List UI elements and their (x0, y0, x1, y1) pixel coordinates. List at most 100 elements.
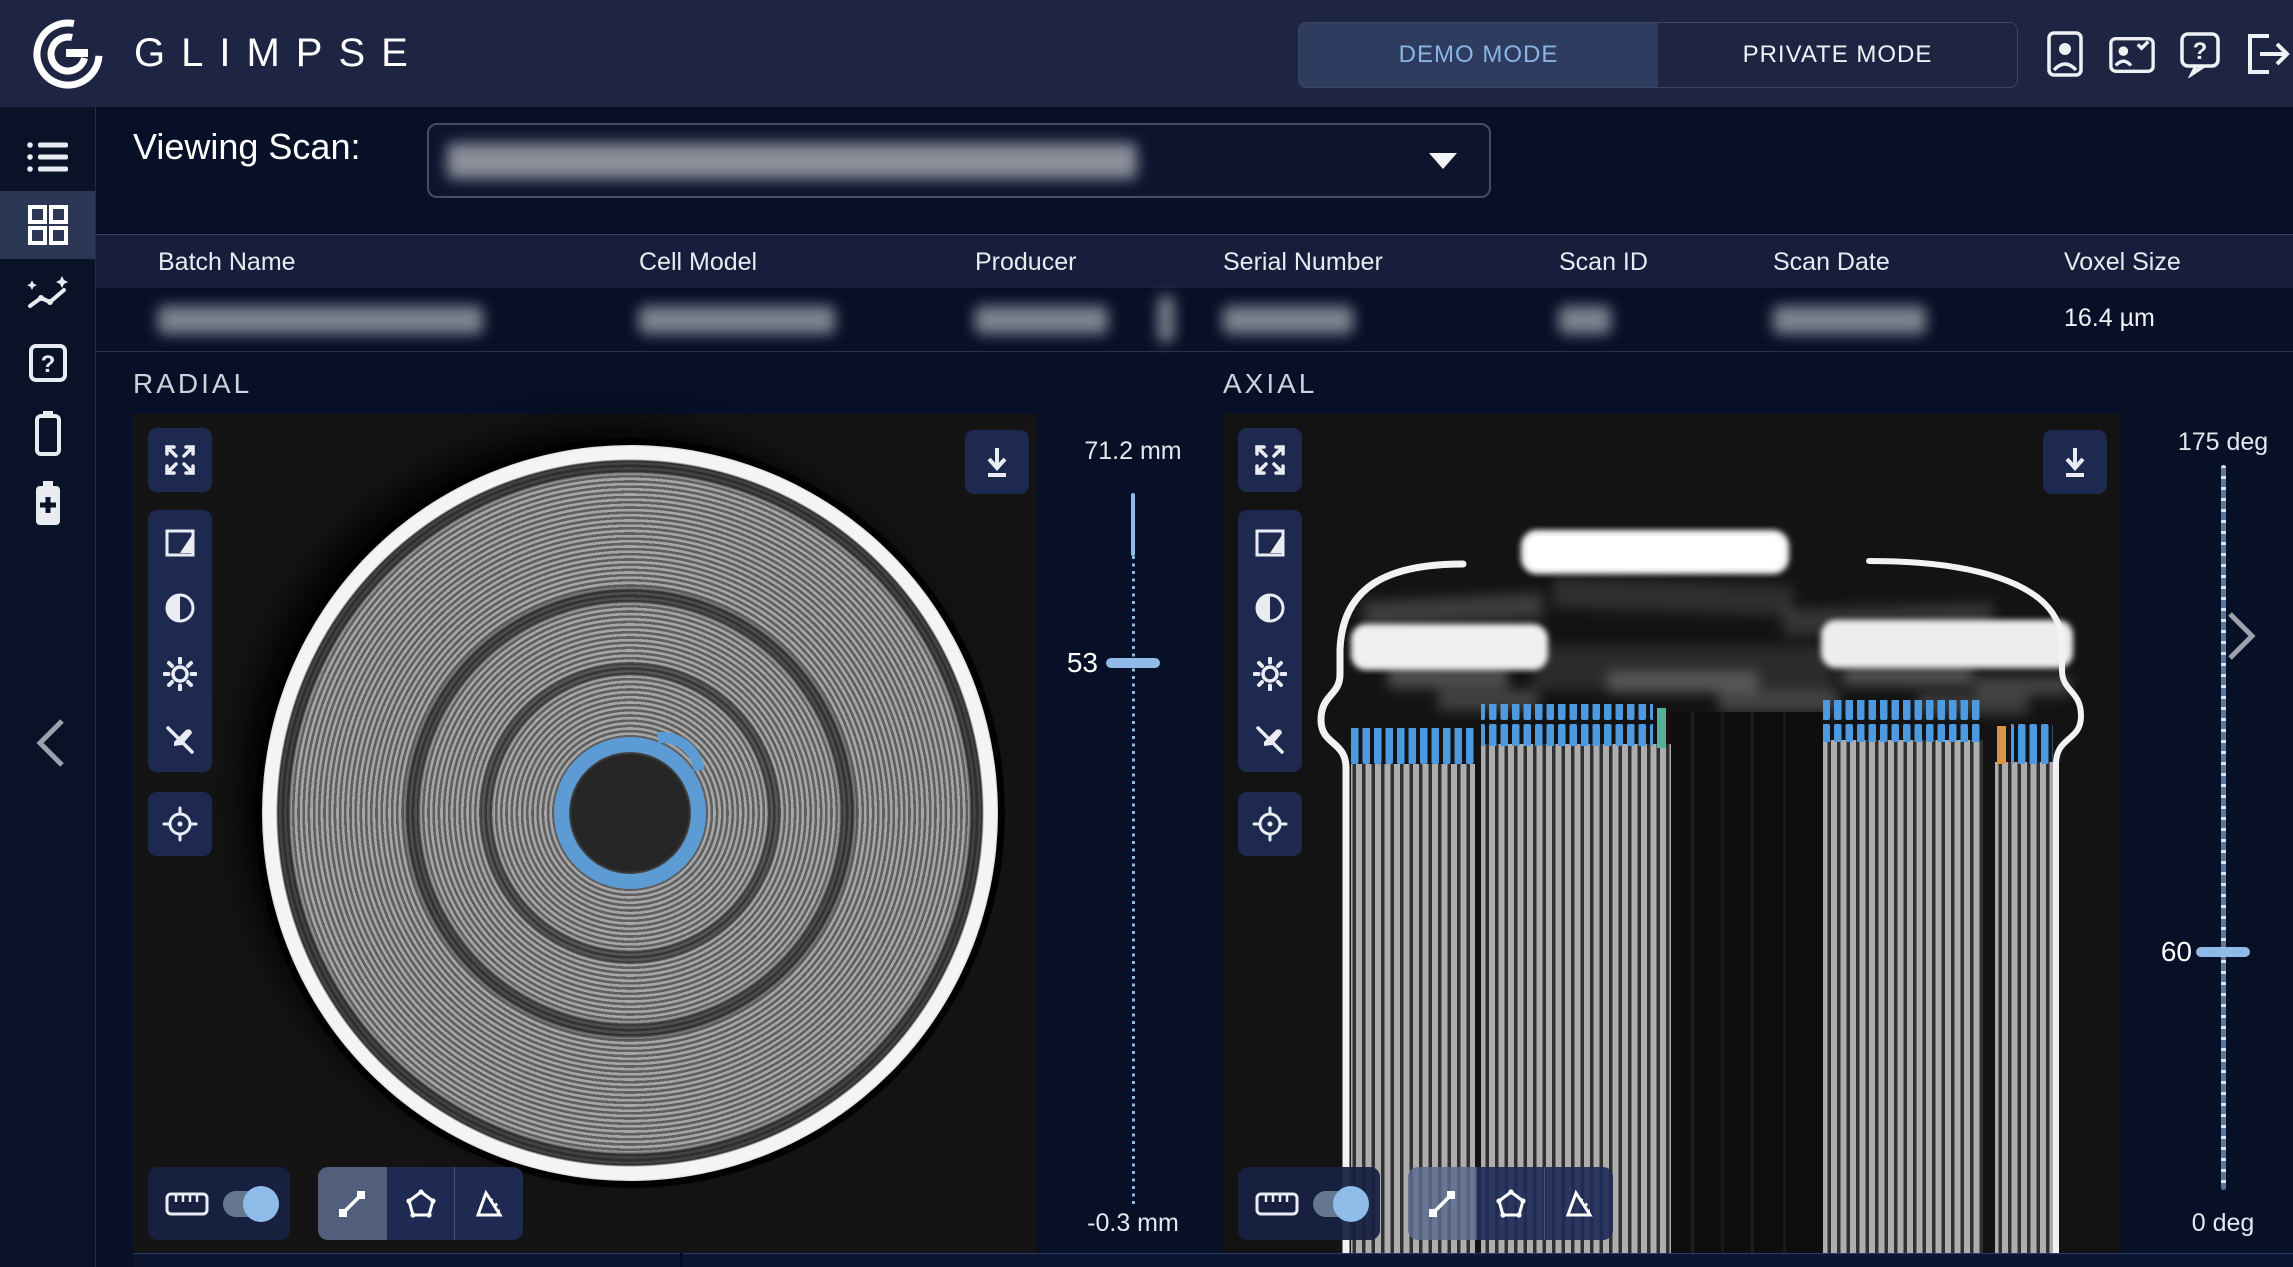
measure-line-icon (338, 1190, 365, 1217)
axial-slider-max: 175 deg (2177, 428, 2269, 456)
radial-download-button[interactable] (965, 430, 1029, 494)
radial-measure-polygon-button[interactable] (385, 1167, 455, 1240)
next-section-edge (133, 1253, 2293, 1267)
contrast-icon (1255, 593, 1285, 622)
sidebar-item-add-cell[interactable] (0, 469, 95, 537)
axial-contrast-button[interactable] (1254, 592, 1286, 624)
radial-annotations-off-button[interactable] (164, 724, 196, 756)
sidebar-item-dashboard[interactable] (0, 191, 95, 259)
svg-text:?: ? (2193, 38, 2208, 65)
axial-image-tools (1238, 510, 1302, 772)
sidebar-item-help[interactable]: ? (0, 329, 95, 397)
radial-ruler-toggle[interactable] (223, 1185, 279, 1222)
logout-icon (2248, 34, 2290, 74)
redacted-mark (1158, 296, 1174, 342)
battery-add-icon (35, 481, 60, 525)
redacted-batch-name (158, 306, 483, 334)
mode-switch: DEMO MODE PRIVATE MODE (1298, 22, 2018, 88)
sidebar-item-scan-list[interactable] (0, 123, 95, 191)
demo-mode-button[interactable]: DEMO MODE (1299, 23, 1658, 87)
column-voxel-size: Voxel Size (2064, 248, 2181, 276)
axial-ruler-toggle[interactable] (1313, 1185, 1369, 1222)
axial-slider-min: 0 deg (2191, 1209, 2255, 1237)
contacts-button[interactable] (2108, 30, 2156, 78)
column-cell-model: Cell Model (639, 248, 758, 276)
sidebar-item-cells[interactable] (0, 399, 95, 467)
voxel-size-value: 16.4 µm (2064, 304, 2155, 332)
radial-flip-image-button[interactable] (164, 527, 196, 559)
toggle-knob (1333, 1185, 1369, 1222)
axial-download-button[interactable] (2043, 430, 2107, 494)
axial-viewer[interactable] (1223, 414, 2121, 1253)
glimpse-app: GLIMPSE DEMO MODE PRIVATE MODE ? ? Viewi… (0, 0, 2293, 1267)
scan-selector-dropdown[interactable] (427, 123, 1491, 198)
axial-ct-scan-image[interactable] (1223, 414, 2121, 1253)
column-serial-number: Serial Number (1223, 248, 1383, 276)
brightness-icon (163, 656, 197, 691)
measure-polygon-icon (1495, 1188, 1526, 1218)
radial-slider-handle[interactable] (1106, 658, 1160, 668)
axial-measure-polygon-button[interactable] (1475, 1167, 1545, 1240)
anode-ticks-group-3 (1823, 700, 1983, 742)
id-card-verified-icon (2109, 36, 2155, 73)
axial-fullscreen-button[interactable] (1238, 428, 1302, 492)
axial-flip-image-button[interactable] (1254, 527, 1286, 559)
expand-right-button[interactable] (2218, 608, 2264, 664)
contrast-icon (165, 593, 195, 622)
chevron-left-icon (36, 719, 64, 767)
radial-panel-title: RADIAL (133, 368, 253, 399)
axial-annotations-off-button[interactable] (1254, 724, 1286, 756)
crosshair-icon (1252, 806, 1288, 842)
radial-contrast-button[interactable] (164, 592, 196, 624)
radial-slider-track-solid[interactable] (1131, 493, 1135, 556)
redacted-serial-number (1223, 306, 1353, 334)
sidebar-item-analytics[interactable] (0, 261, 95, 329)
measure-angle-icon (1566, 1189, 1593, 1216)
toggle-knob (243, 1185, 279, 1222)
radial-ct-scan-image[interactable] (262, 445, 998, 1181)
redacted-scan-date (1773, 306, 1926, 334)
axial-measure-line-button[interactable] (1408, 1167, 1476, 1240)
scan-table-header: Batch Name Cell Model Producer Serial Nu… (96, 234, 2293, 289)
download-icon (2065, 448, 2085, 477)
axial-slider-value: 60 (2160, 936, 2192, 967)
brightness-icon (1253, 656, 1287, 691)
radial-crosshair-button[interactable] (148, 792, 212, 856)
axial-brightness-button[interactable] (1253, 656, 1287, 691)
anode-ticks-group-4 (2011, 724, 2053, 764)
help-button[interactable]: ? (2176, 30, 2224, 78)
axial-measure-angle-button[interactable] (1544, 1167, 1613, 1240)
radial-measure-tools (318, 1167, 523, 1240)
axial-slider-track[interactable] (2221, 465, 2226, 1190)
radial-measure-angle-button[interactable] (454, 1167, 523, 1240)
help-bubble-icon: ? (2180, 32, 2220, 78)
axial-crosshair-button[interactable] (1238, 792, 1302, 856)
column-scan-id: Scan ID (1559, 248, 1648, 276)
logout-button[interactable] (2243, 30, 2291, 78)
column-batch-name: Batch Name (158, 248, 296, 276)
radial-viewer[interactable] (133, 414, 1037, 1253)
scan-table-row[interactable]: 16.4 µm (96, 288, 2293, 352)
fullscreen-icon (1255, 445, 1285, 475)
ruler-icon (1255, 1192, 1299, 1215)
axial-measure-tools (1408, 1167, 1613, 1240)
redacted-scan-id (1559, 306, 1611, 334)
annotations-off-icon (166, 725, 194, 754)
radial-fullscreen-button[interactable] (148, 428, 212, 492)
spiral-hook-annotation (601, 714, 723, 836)
radial-measure-line-button[interactable] (318, 1167, 386, 1240)
radial-brightness-button[interactable] (163, 656, 197, 691)
profile-button[interactable] (2041, 30, 2089, 78)
private-mode-button[interactable]: PRIVATE MODE (1658, 23, 2017, 87)
radial-slider-track[interactable] (1132, 556, 1135, 1205)
collapse-sidebar-button[interactable] (28, 715, 74, 771)
flip-image-icon (165, 529, 195, 556)
top-navbar: GLIMPSE DEMO MODE PRIVATE MODE ? (0, 0, 2293, 107)
left-sidebar: ? (0, 107, 96, 1267)
radial-ruler-toggle-group (148, 1167, 290, 1240)
chevron-right-icon (2228, 612, 2256, 660)
axial-slider-handle[interactable] (2196, 947, 2250, 957)
dropdown-caret-icon (1429, 152, 1457, 169)
measure-angle-icon (476, 1189, 503, 1216)
redacted-cell-model (639, 306, 835, 334)
